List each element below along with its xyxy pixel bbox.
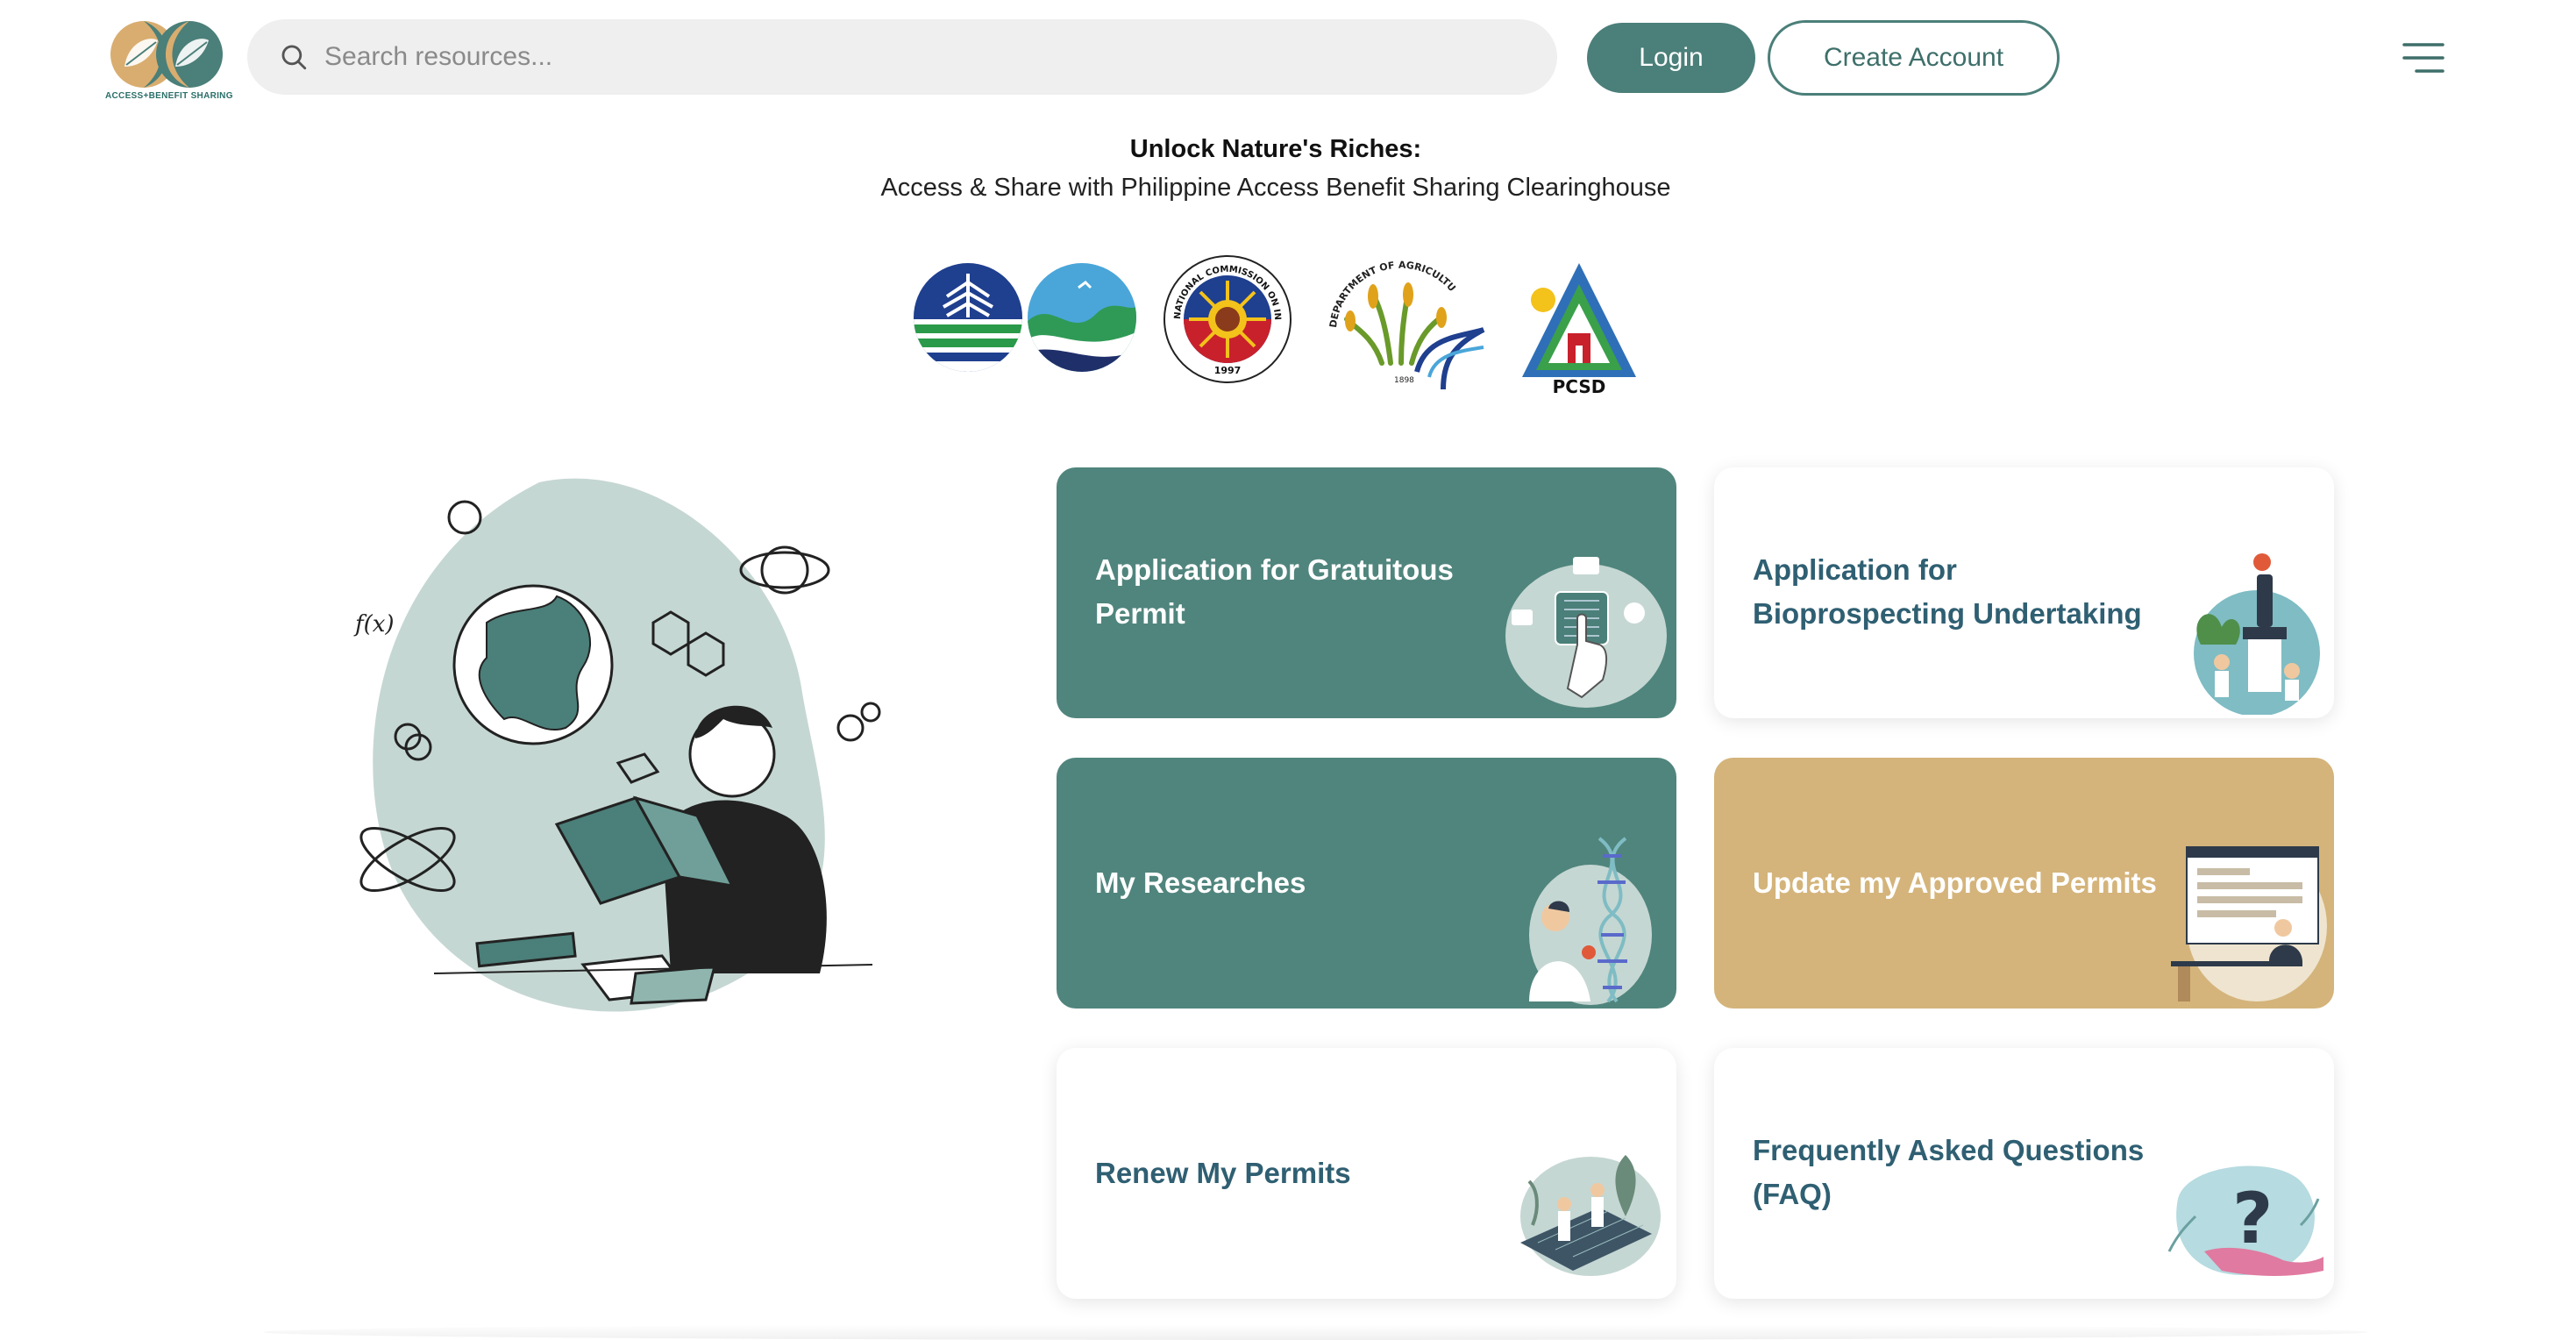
abs-logo[interactable]: ACCESS+BENEFIT SHARING: [105, 16, 233, 103]
agency-logos: NATIONAL COMMISSION ON INDIGENOUS PEOPLE…: [908, 249, 1645, 396]
abs-logo-icon: [110, 21, 223, 88]
dna-researcher-icon: [1529, 837, 1652, 1005]
microscope-lab-icon: [2194, 553, 2320, 715]
card-my-researches[interactable]: My Researches: [1057, 758, 1676, 1009]
card-update-permits[interactable]: Update my Approved Permits: [1714, 758, 2334, 1009]
search-icon: [281, 45, 307, 70]
web-form-icon: [2171, 846, 2327, 1001]
card-renew-permits[interactable]: Renew My Permits: [1057, 1048, 1676, 1299]
search-input[interactable]: [324, 42, 1464, 72]
ncip-seal: NATIONAL COMMISSION ON INDIGENOUS PEOPLE…: [1163, 254, 1292, 383]
create-account-button[interactable]: Create Account: [1768, 20, 2060, 96]
pcsd-label: PCSD: [1553, 376, 1606, 395]
card-label: My Researches: [1095, 866, 1306, 899]
hero-subtitle: Access & Share with Philippine Access Be…: [880, 174, 1671, 202]
da-year: 1898: [1394, 376, 1414, 385]
svg-text:?: ?: [2232, 1178, 2273, 1259]
svg-text:f(x): f(x): [353, 611, 395, 638]
card-gratuitous-permit[interactable]: Application for Gratuitous Permit: [1057, 467, 1676, 718]
denr-logo: [914, 263, 1022, 372]
login-button[interactable]: Login: [1587, 23, 1755, 93]
ncip-year: 1997: [1214, 365, 1242, 376]
card-label: Update my Approved Permits: [1753, 866, 2157, 899]
pcsd-logo: PCSD: [1513, 254, 1645, 395]
team-documents-icon: [1520, 1155, 1661, 1276]
hero-title: Unlock Nature's Riches:: [1129, 135, 1422, 163]
card-label: Application for Bioprospecting Undertaki…: [1753, 553, 2142, 630]
fingerprint-scan-icon: [1505, 557, 1667, 708]
logo-caption: ACCESS+BENEFIT SHARING: [105, 91, 233, 101]
card-bioprospecting[interactable]: Application for Bioprospecting Undertaki…: [1714, 467, 2334, 718]
card-label: Renew My Permits: [1095, 1157, 1351, 1189]
reader-globe-illustration: f(x): [353, 478, 881, 1012]
card-faq[interactable]: Frequently Asked Questions (FAQ) ?: [1714, 1048, 2334, 1299]
da-logo: DEPARTMENT OF AGRICULTURE 1898: [1320, 249, 1487, 396]
card-label: Frequently Asked Questions (FAQ): [1753, 1134, 2145, 1210]
footer-shadow: [263, 1324, 2367, 1340]
card-label: Application for Gratuitous Permit: [1095, 553, 1454, 630]
menu-icon[interactable]: [2402, 42, 2444, 74]
question-hand-icon: ?: [2167, 1165, 2323, 1276]
search-bar[interactable]: [247, 19, 1557, 95]
bmb-logo: [1028, 263, 1136, 372]
